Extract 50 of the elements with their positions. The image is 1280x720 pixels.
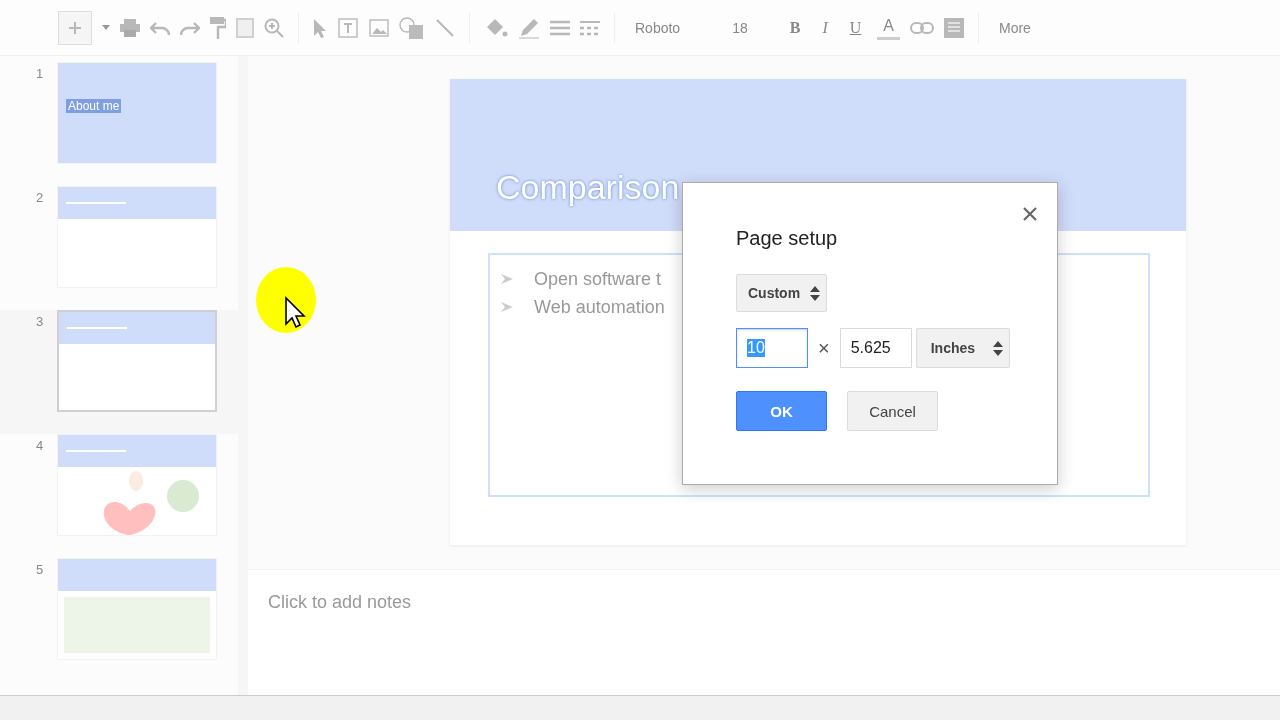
pen-icon[interactable]: [518, 16, 540, 39]
slide-thumbnail[interactable]: [57, 310, 217, 412]
shape-icon[interactable]: [399, 16, 425, 39]
new-slide-button[interactable]: [58, 10, 92, 45]
cursor-icon: [255, 266, 317, 334]
bullet-text: Web automation: [534, 296, 665, 319]
line-icon[interactable]: [435, 17, 455, 38]
paint-roller-icon[interactable]: [210, 16, 226, 39]
select-arrow-icon[interactable]: [313, 17, 327, 38]
slide-number: 1: [36, 65, 45, 81]
slide-title: About me: [66, 99, 122, 113]
notes-area[interactable]: Click to add notes: [248, 569, 1280, 695]
font-size-dropdown[interactable]: 18: [726, 15, 754, 40]
bullet-text: Open software t: [534, 268, 662, 291]
bold-button[interactable]: B: [783, 16, 807, 39]
font-dropdown[interactable]: Roboto: [629, 15, 687, 40]
cancel-button[interactable]: Cancel: [847, 391, 938, 431]
line-weight-icon[interactable]: [550, 19, 570, 36]
zoom-icon[interactable]: [264, 17, 284, 38]
italic-button[interactable]: I: [816, 16, 834, 39]
more-button[interactable]: More: [992, 15, 1037, 40]
notes-placeholder: Click to add notes: [268, 592, 412, 612]
height-field[interactable]: 5.625: [839, 328, 912, 368]
preset-dropdown[interactable]: Custom: [736, 274, 828, 312]
ok-button[interactable]: OK: [736, 391, 827, 431]
text-box-icon[interactable]: [337, 16, 359, 39]
slide-thumbnail[interactable]: About me: [57, 62, 217, 164]
times-sign: ×: [817, 336, 831, 360]
comment-icon[interactable]: [943, 17, 964, 38]
slide-number: 2: [36, 189, 45, 205]
slide-number: 3: [36, 313, 45, 329]
close-icon[interactable]: [1023, 207, 1037, 221]
image-icon[interactable]: [369, 18, 389, 37]
unit-dropdown[interactable]: Inches: [915, 328, 1011, 368]
slide-number: 4: [36, 437, 45, 453]
line-dash-icon[interactable]: [580, 19, 600, 36]
slide-title: Comparison: [496, 168, 680, 207]
placeholder-icon[interactable]: [236, 17, 254, 38]
link-icon[interactable]: [909, 21, 934, 34]
undo-icon[interactable]: [150, 20, 170, 35]
up-down-arrows-icon: [810, 285, 821, 301]
text-color-button[interactable]: A: [877, 15, 900, 40]
up-down-arrows-icon: [993, 340, 1004, 356]
underline-button[interactable]: U: [843, 16, 868, 39]
caret-icon[interactable]: [102, 25, 110, 30]
redo-icon[interactable]: [180, 20, 200, 35]
width-field[interactable]: 10: [736, 328, 808, 368]
slide-number: 5: [36, 561, 45, 577]
print-icon[interactable]: [120, 18, 140, 37]
dialog-title: Page setup: [736, 227, 839, 250]
